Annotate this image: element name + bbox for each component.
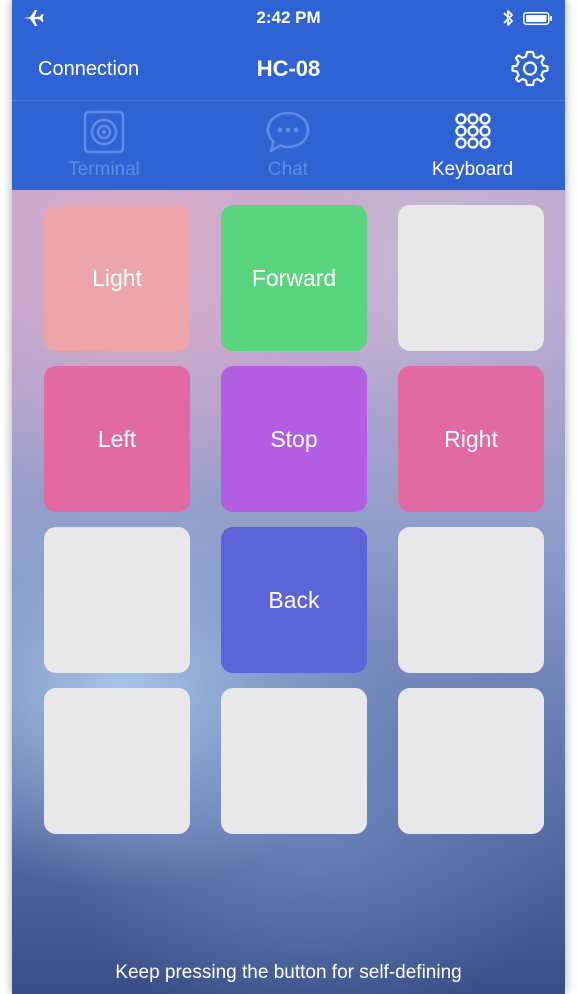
nav-bar: Connection HC-08 (12, 38, 565, 101)
speaker-icon (83, 110, 125, 154)
page-title: HC-08 (256, 56, 321, 81)
key-button[interactable]: Right (398, 366, 544, 512)
app-screen: 2:42 PM Connection HC-08 Terminal Chat K… (12, 0, 565, 994)
tab-chat[interactable]: Chat (196, 101, 380, 190)
key-button[interactable] (44, 527, 190, 673)
tab-bar: Terminal Chat Keyboard (12, 101, 565, 190)
keypad-icon (454, 113, 491, 149)
battery-icon (523, 12, 552, 25)
bluetooth-icon (503, 10, 513, 26)
key-button[interactable] (221, 688, 367, 834)
tab-keyboard[interactable]: Keyboard (380, 101, 565, 190)
key-button[interactable]: Left (44, 366, 190, 512)
key-button[interactable] (398, 688, 544, 834)
tab-label: Chat (267, 159, 309, 180)
key-button[interactable] (398, 527, 544, 673)
key-button[interactable]: Back (221, 527, 367, 673)
key-button[interactable]: Light (44, 205, 190, 351)
key-button[interactable] (398, 205, 544, 351)
footer-hint: Keep pressing the button for self-defini… (115, 962, 462, 983)
chat-bubble-icon (266, 111, 310, 153)
tab-label: Keyboard (431, 159, 514, 180)
status-time: 2:42 PM (256, 8, 321, 27)
tab-label: Terminal (68, 159, 140, 180)
tab-terminal[interactable]: Terminal (12, 101, 196, 190)
key-button[interactable]: Stop (221, 366, 367, 512)
key-button[interactable]: Forward (221, 205, 367, 351)
gear-icon[interactable] (509, 48, 551, 90)
key-button[interactable] (44, 688, 190, 834)
status-bar: 2:42 PM (12, 0, 565, 38)
